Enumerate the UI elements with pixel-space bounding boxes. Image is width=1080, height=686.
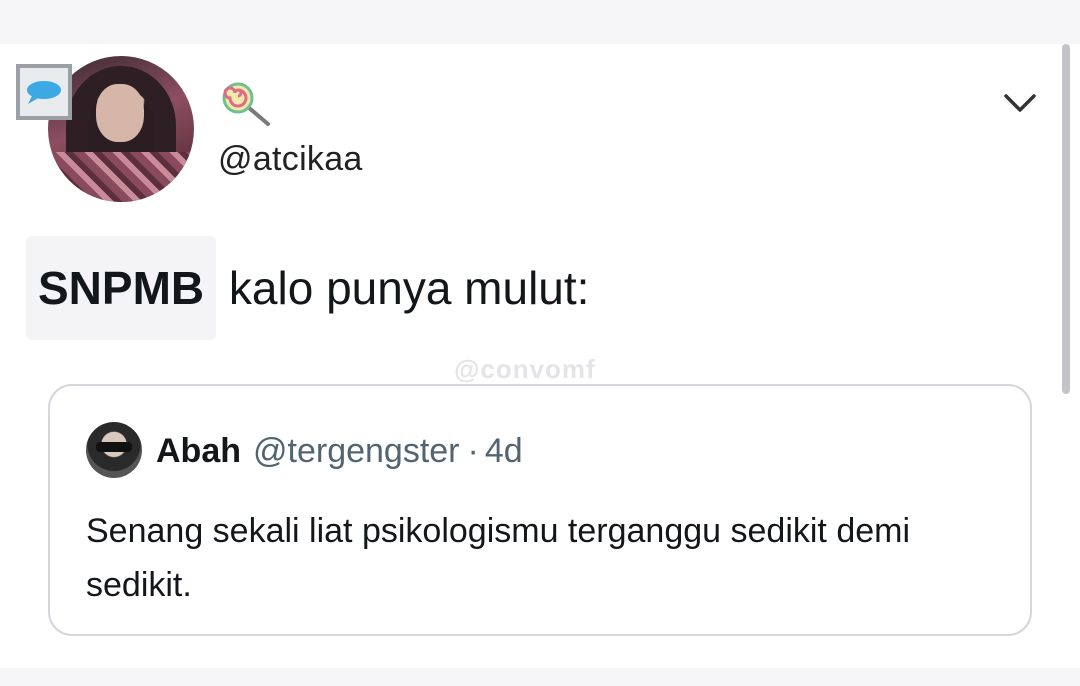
quoted-tweet-header: Abah @tergengster · 4d	[156, 432, 523, 471]
chevron-down-icon[interactable]	[1000, 88, 1040, 116]
quoted-author-avatar[interactable]	[86, 422, 142, 478]
quoted-tweet[interactable]: Abah @tergengster · 4d Senang sekali liat p…	[48, 384, 1032, 636]
top-strip	[0, 0, 1080, 44]
quoted-display-name[interactable]: Abah	[156, 432, 241, 470]
avatar-sunglasses	[96, 442, 132, 452]
avatar-face	[96, 84, 144, 142]
bottom-strip	[0, 668, 1080, 686]
scrollbar[interactable]	[1062, 44, 1070, 394]
quoted-tweet-text: Senang sekali liat psikologismu tergangg…	[86, 512, 911, 604]
author-handle[interactable]: @atcikaa	[218, 140, 363, 179]
tweet-text-rest: kalo punya mulut:	[216, 262, 590, 314]
quoted-handle[interactable]: @tergengster	[253, 432, 460, 470]
tweet-text: SNPMB kalo punya mulut:	[26, 236, 589, 340]
chat-bubble-icon	[16, 64, 72, 120]
watermark: @convomf	[454, 354, 596, 384]
chat-bubble-icon-svg	[27, 81, 61, 104]
quoted-timestamp[interactable]: 4d	[485, 432, 523, 470]
lollipop-icon	[220, 80, 276, 128]
tweet-highlighted-word: SNPMB	[26, 236, 217, 340]
quoted-separator: ·	[467, 432, 479, 470]
avatar-clothing	[48, 152, 194, 202]
